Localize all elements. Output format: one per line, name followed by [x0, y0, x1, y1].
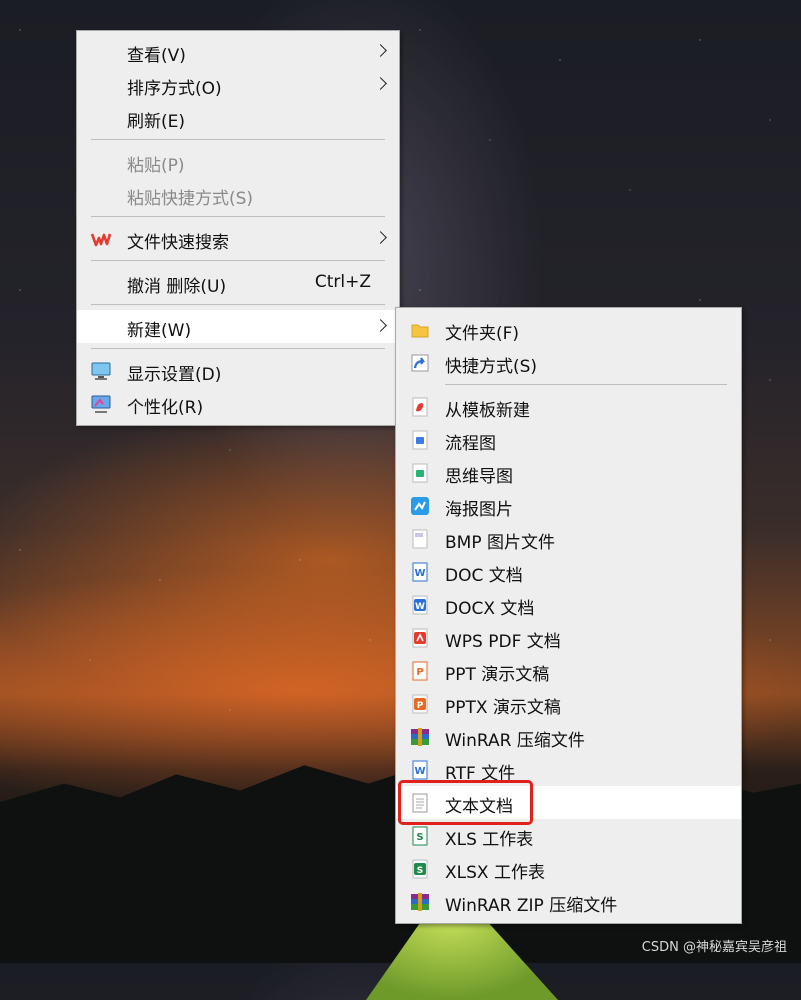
menu-item-label: 排序方式(O): [127, 79, 222, 99]
menu-separator: [91, 216, 385, 217]
mindmap-icon: [412, 463, 428, 483]
menu-item-label: 思维导图: [445, 467, 513, 487]
submenu-item-winrar-zip[interactable]: WinRAR ZIP 压缩文件: [396, 885, 741, 918]
menu-separator: [91, 260, 385, 261]
folder-icon: [411, 324, 429, 338]
xlsx-file-icon: S: [412, 859, 428, 879]
menu-item-undo-delete[interactable]: 撤消 删除(U) Ctrl+Z: [77, 266, 399, 299]
menu-item-label: WinRAR 压缩文件: [445, 731, 585, 751]
menu-item-label: 显示设置(D): [127, 365, 222, 385]
menu-item-display-settings[interactable]: 显示设置(D): [77, 354, 399, 387]
svg-text:S: S: [416, 832, 423, 843]
menu-item-label: 快捷方式(S): [445, 357, 538, 377]
menu-item-label: WinRAR ZIP 压缩文件: [445, 896, 618, 916]
submenu-item-from-template[interactable]: 从模板新建: [396, 390, 741, 423]
svg-text:W: W: [415, 602, 425, 612]
menu-item-paste[interactable]: 粘贴(P): [77, 145, 399, 178]
menu-separator: [91, 348, 385, 349]
submenu-item-folder[interactable]: 文件夹(F): [396, 313, 741, 346]
submenu-item-shortcut[interactable]: 快捷方式(S): [396, 346, 741, 379]
menu-item-label: 刷新(E): [127, 112, 186, 132]
menu-item-personalize[interactable]: 个性化(R): [77, 387, 399, 420]
winrar-icon: [411, 728, 429, 746]
chevron-right-icon: [374, 231, 387, 244]
chevron-right-icon: [374, 77, 387, 90]
menu-item-label: PPTX 演示文稿: [445, 698, 561, 718]
menu-item-paste-shortcut[interactable]: 粘贴快捷方式(S): [77, 178, 399, 211]
wps-logo-icon: [91, 233, 111, 247]
poster-icon: [411, 497, 429, 515]
menu-item-label: 从模板新建: [445, 401, 530, 421]
submenu-item-pptx[interactable]: P PPTX 演示文稿: [396, 687, 741, 720]
menu-item-label: BMP 图片文件: [445, 533, 555, 553]
menu-item-label: 新建(W): [127, 321, 192, 341]
menu-item-new[interactable]: 新建(W): [77, 310, 399, 343]
submenu-item-poster[interactable]: 海报图片: [396, 489, 741, 522]
menu-item-label: 文件快速搜索: [127, 233, 229, 253]
menu-item-file-quick-search[interactable]: 文件快速搜索: [77, 222, 399, 255]
menu-item-label: 个性化(R): [127, 398, 204, 418]
svg-text:P: P: [416, 667, 423, 678]
submenu-item-wps-pdf[interactable]: WPS PDF 文档: [396, 621, 741, 654]
menu-item-label: PPT 演示文稿: [445, 665, 550, 685]
template-icon: [412, 397, 428, 417]
submenu-item-winrar[interactable]: WinRAR 压缩文件: [396, 720, 741, 753]
red-highlight-box: [398, 780, 533, 825]
menu-item-label: 粘贴(P): [127, 156, 185, 176]
submenu-item-flowchart[interactable]: 流程图: [396, 423, 741, 456]
submenu-item-docx[interactable]: W DOCX 文档: [396, 588, 741, 621]
chevron-right-icon: [374, 319, 387, 332]
bmp-file-icon: [412, 529, 428, 549]
menu-item-label: XLSX 工作表: [445, 863, 545, 883]
shortcut-icon: [411, 354, 429, 372]
docx-file-icon: W: [412, 595, 428, 615]
menu-item-label: WPS PDF 文档: [445, 632, 561, 652]
personalize-icon: [91, 395, 111, 413]
shortcut-label: Ctrl+Z: [314, 272, 371, 292]
rtf-file-icon: W: [412, 760, 428, 780]
chevron-right-icon: [374, 44, 387, 57]
desktop-context-menu: 查看(V) 排序方式(O) 刷新(E) 粘贴(P) 粘贴快捷方式(S) 文件快速…: [76, 30, 400, 426]
menu-separator: [445, 384, 727, 385]
svg-text:P: P: [417, 701, 424, 711]
submenu-item-ppt[interactable]: P PPT 演示文稿: [396, 654, 741, 687]
menu-item-label: XLS 工作表: [445, 830, 534, 850]
new-submenu: 文件夹(F) 快捷方式(S) 从模板新建 流程图 思维导图 海报图片 BMP 图…: [395, 307, 742, 924]
menu-item-label: 撤消 删除(U): [127, 277, 227, 297]
pdf-file-icon: [412, 628, 428, 648]
menu-item-label: 查看(V): [127, 46, 186, 66]
menu-separator: [91, 139, 385, 140]
menu-item-label: 粘贴快捷方式(S): [127, 189, 254, 209]
pptx-file-icon: P: [412, 694, 428, 714]
menu-item-refresh[interactable]: 刷新(E): [77, 101, 399, 134]
submenu-item-mindmap[interactable]: 思维导图: [396, 456, 741, 489]
monitor-icon: [91, 362, 111, 380]
menu-item-label: DOC 文档: [445, 566, 523, 586]
menu-item-sort-by[interactable]: 排序方式(O): [77, 68, 399, 101]
menu-item-label: 海报图片: [445, 500, 513, 520]
submenu-item-xlsx[interactable]: S XLSX 工作表: [396, 852, 741, 885]
menu-item-view[interactable]: 查看(V): [77, 35, 399, 68]
menu-item-label: 文件夹(F): [445, 324, 520, 344]
menu-separator: [91, 304, 385, 305]
doc-file-icon: W: [412, 562, 428, 582]
flowchart-icon: [412, 430, 428, 450]
submenu-item-bmp[interactable]: BMP 图片文件: [396, 522, 741, 555]
watermark-text: CSDN @神秘嘉宾吴彦祖: [641, 940, 787, 955]
submenu-item-doc[interactable]: W DOC 文档: [396, 555, 741, 588]
menu-item-label: DOCX 文档: [445, 599, 535, 619]
svg-text:W: W: [414, 568, 425, 579]
svg-text:S: S: [417, 866, 423, 876]
svg-text:W: W: [414, 766, 425, 777]
xls-file-icon: S: [412, 826, 428, 846]
winrar-zip-icon: [411, 893, 429, 911]
menu-item-label: 流程图: [445, 434, 496, 454]
ppt-file-icon: P: [412, 661, 428, 681]
